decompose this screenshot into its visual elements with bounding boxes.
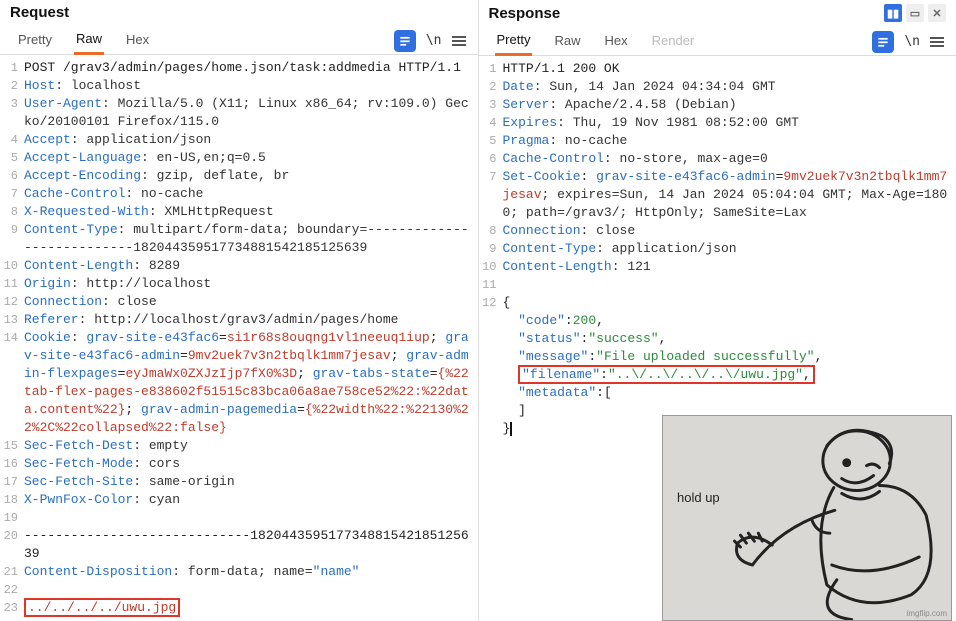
set-cookie-header: Set-Cookie: grav-site-e43fac6-admin=9mv2…	[503, 168, 956, 222]
header-name: Host	[24, 78, 55, 93]
request-tabbar: Pretty Raw Hex \n	[0, 21, 478, 55]
header-name: Sec-Fetch-Dest	[24, 438, 133, 453]
header-value: : http://localhost/grav3/admin/pages/hom…	[79, 312, 399, 327]
meme-caption: hold up	[677, 490, 720, 505]
header-value: : empty	[133, 438, 188, 453]
meme-holdup: hold up imgflip.com	[662, 415, 952, 621]
json-kv: "message":"File uploaded successfully",	[503, 348, 956, 366]
header-name: Connection	[503, 223, 581, 238]
header-name: Referer	[24, 312, 79, 327]
tab-hex[interactable]: Hex	[124, 28, 151, 53]
cookie-header: Cookie: grav-site-e43fac6=si1r68s8ouqng1…	[24, 329, 478, 437]
menu-icon[interactable]	[930, 37, 944, 47]
header-value: : close	[581, 223, 636, 238]
meme-watermark: imgflip.com	[907, 609, 947, 618]
header-name: Content-Length	[24, 258, 133, 273]
json-kv: "code":200,	[503, 312, 956, 330]
header-name: Sec-Fetch-Site	[24, 474, 133, 489]
header-name: Accept	[24, 132, 71, 147]
header-value: : gzip, deflate, br	[141, 168, 289, 183]
json-kv: "metadata":[	[503, 384, 956, 402]
header-value: : localhost	[55, 78, 141, 93]
header-name: Content-Length	[503, 259, 612, 274]
header-value: : form-data; name=	[172, 564, 312, 579]
json-kv-filename: "filename":"..\/..\/..\/..\/uwu.jpg",	[503, 366, 956, 384]
tab-pretty[interactable]: Pretty	[495, 28, 533, 56]
header-name: X-Requested-With	[24, 204, 149, 219]
header-name: User-Agent	[24, 96, 102, 111]
response-pane: Response ▮▮ ▭ ✕ Pretty Raw Hex Render \n	[479, 0, 956, 621]
header-value: : http://localhost	[71, 276, 211, 291]
tab-render[interactable]: Render	[650, 29, 697, 54]
header-name: Sec-Fetch-Mode	[24, 456, 133, 471]
header-name: Cache-Control	[503, 151, 604, 166]
header-value: : Apache/2.4.58 (Debian)	[549, 97, 736, 112]
tab-raw[interactable]: Raw	[552, 29, 582, 54]
header-value: : 121	[612, 259, 651, 274]
payload-filename: ../../../../uwu.jpg	[24, 598, 180, 617]
pause-icon[interactable]: ▮▮	[884, 4, 902, 22]
status-line: HTTP/1.1 200 OK	[503, 60, 956, 78]
header-value: : no-cache	[125, 186, 203, 201]
header-name: X-PwnFox-Color	[24, 492, 133, 507]
window-icon[interactable]: ▭	[906, 4, 924, 22]
tab-pretty[interactable]: Pretty	[16, 28, 54, 53]
header-name: Connection	[24, 294, 102, 309]
header-name: Accept-Language	[24, 150, 141, 165]
header-value: : Thu, 19 Nov 1981 08:52:00 GMT	[557, 115, 799, 130]
request-line: POST /grav3/admin/pages/home.json/task:a…	[24, 59, 478, 77]
tab-hex[interactable]: Hex	[602, 29, 629, 54]
header-value: : en-US,en;q=0.5	[141, 150, 266, 165]
header-name: Expires	[503, 115, 558, 130]
header-name: Accept-Encoding	[24, 168, 141, 183]
json-open: {	[503, 294, 956, 312]
response-tabbar: Pretty Raw Hex Render \n	[479, 22, 956, 56]
request-body[interactable]: 1POST /grav3/admin/pages/home.json/task:…	[0, 55, 478, 621]
actions-button[interactable]	[394, 30, 416, 52]
response-title-buttons: ▮▮ ▭ ✕	[884, 4, 946, 22]
response-title: Response	[489, 5, 561, 22]
newline-toggle[interactable]: \n	[426, 33, 442, 48]
header-value: : cors	[133, 456, 180, 471]
close-icon[interactable]: ✕	[928, 4, 946, 22]
header-value: : same-origin	[133, 474, 234, 489]
header-value: : no-cache	[549, 133, 627, 148]
header-value: : application/json	[71, 132, 211, 147]
text-cursor	[510, 422, 512, 436]
header-name: Origin	[24, 276, 71, 291]
header-name: Cache-Control	[24, 186, 125, 201]
json-kv: "status":"success",	[503, 330, 956, 348]
header-name: Content-Disposition	[24, 564, 172, 579]
header-value: : XMLHttpRequest	[149, 204, 274, 219]
request-pane: Request Pretty Raw Hex \n 1POST /grav3/a…	[0, 0, 479, 621]
tab-raw[interactable]: Raw	[74, 27, 104, 55]
vaultboy-icon	[663, 416, 951, 621]
actions-button[interactable]	[872, 31, 894, 53]
header-name: Pragma	[503, 133, 550, 148]
menu-icon[interactable]	[452, 36, 466, 46]
header-name: Date	[503, 79, 534, 94]
header-name: Content-Type	[24, 222, 118, 237]
header-name: Content-Type	[503, 241, 597, 256]
header-value: : Sun, 14 Jan 2024 04:34:04 GMT	[534, 79, 776, 94]
header-value: : application/json	[596, 241, 736, 256]
header-name: Server	[503, 97, 550, 112]
header-value: : no-store, max-age=0	[604, 151, 768, 166]
newline-toggle[interactable]: \n	[904, 34, 920, 49]
request-title: Request	[10, 4, 69, 21]
header-value: : close	[102, 294, 157, 309]
header-value: : 8289	[133, 258, 180, 273]
multipart-boundary: -----------------------------18204435951…	[24, 527, 478, 563]
header-value: : cyan	[133, 492, 180, 507]
header-value: "name"	[313, 564, 360, 579]
